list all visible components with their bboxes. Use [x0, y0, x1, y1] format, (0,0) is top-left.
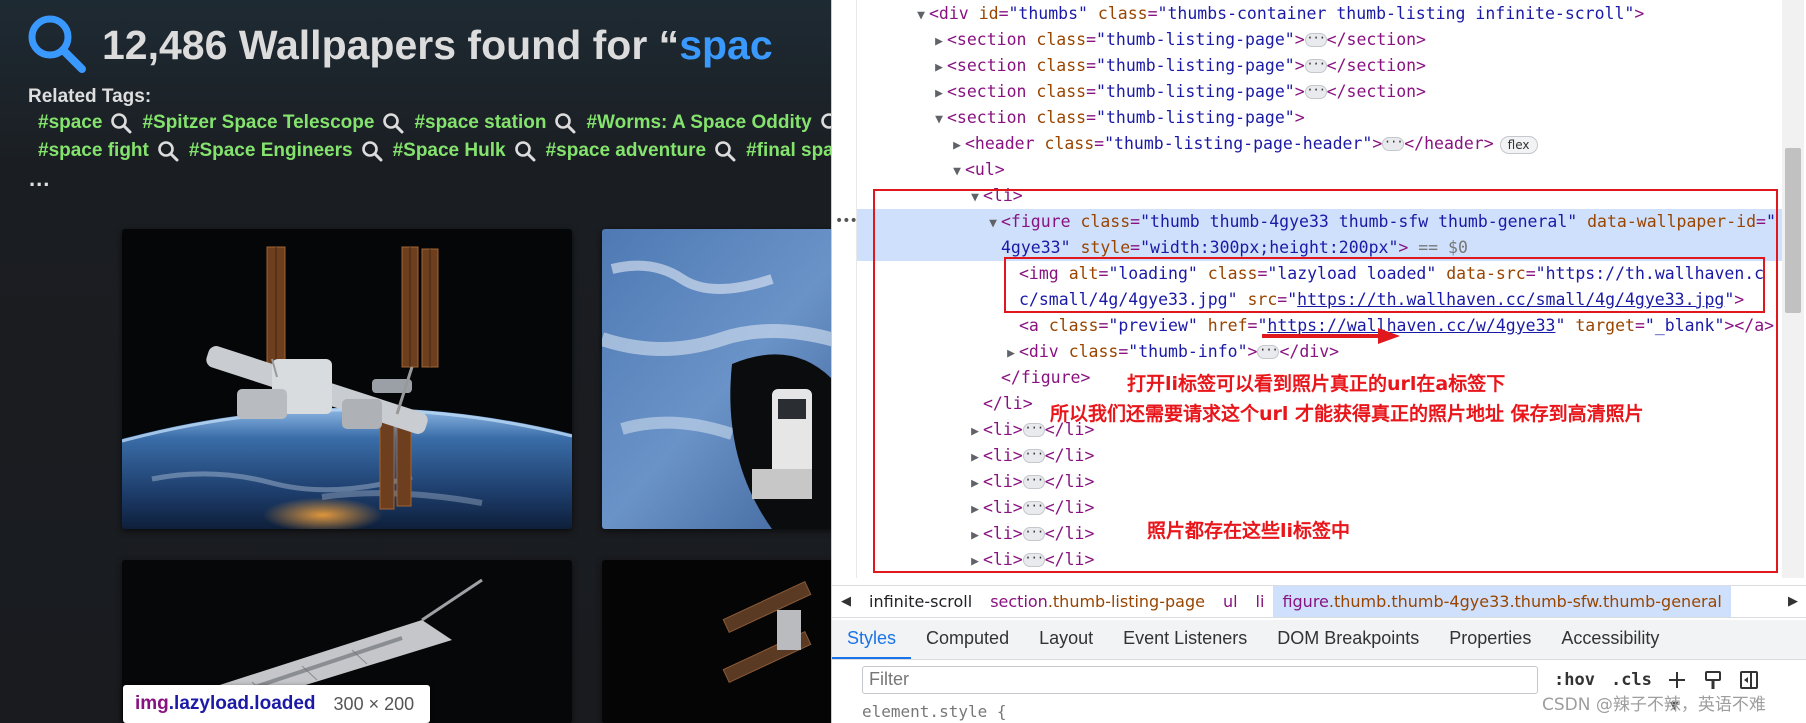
results-heading: 12,486 Wallpapers found for “spac [102, 22, 773, 69]
related-tag[interactable]: #space fight [38, 140, 149, 162]
wallpaper-results-page: 12,486 Wallpapers found for “spac Relate… [0, 0, 831, 723]
related-tag[interactable]: #Space Engineers [189, 140, 353, 162]
tab-computed[interactable]: Computed [911, 619, 1024, 659]
related-tag[interactable]: #final spa [746, 140, 831, 162]
results-prefix: Wallpapers found for “ [238, 22, 680, 68]
tooltip-element: img [135, 693, 169, 714]
results-count: 12,486 [102, 22, 228, 68]
tag-search-icon[interactable] [514, 140, 536, 162]
breadcrumb-item[interactable]: ul [1214, 586, 1247, 617]
hov-toggle-button[interactable]: :hov [1554, 670, 1595, 690]
elements-gutter [832, 0, 857, 578]
element-style-rule[interactable]: element.style { [862, 702, 1007, 721]
dom-node-section[interactable]: ▶ <section class="thumb-listing-page"> ···… [857, 79, 1782, 105]
wallpaper-thumb[interactable] [122, 229, 572, 529]
related-tags-row-2: #space fight #Space Engineers #Space Hul… [38, 140, 831, 162]
collapsed-content-icon[interactable]: ··· [1382, 136, 1405, 151]
more-actions-icon[interactable]: ••• [835, 213, 858, 229]
tab-event-listeners[interactable]: Event Listeners [1108, 619, 1262, 659]
dom-node-section[interactable]: ▶ <section class="thumb-listing-page"> ···… [857, 53, 1782, 79]
cls-toggle-button[interactable]: .cls [1611, 670, 1652, 690]
breadcrumb-item-active[interactable]: figure.thumb.thumb-4gye33.thumb-sfw.thum… [1273, 586, 1731, 617]
breadcrumb-right-icon[interactable]: ▶ [1779, 586, 1806, 617]
breadcrumb-left-icon[interactable]: ◀ [832, 586, 860, 617]
breadcrumb-item[interactable]: section.thumb-listing-page [981, 586, 1214, 617]
tag-search-icon[interactable] [361, 140, 383, 162]
tooltip-classes: .lazyload.loaded [168, 693, 316, 714]
expand-triangle-icon[interactable]: ▶ [931, 29, 947, 55]
collapse-triangle-icon[interactable]: ▼ [913, 3, 929, 29]
related-tag[interactable]: #space adventure [546, 140, 707, 162]
satellite-image [602, 560, 831, 723]
dom-node-section[interactable]: ▶ <section class="thumb-listing-page"> ···… [857, 27, 1782, 53]
tab-layout[interactable]: Layout [1024, 619, 1108, 659]
tab-accessibility[interactable]: Accessibility [1546, 619, 1674, 659]
dom-node-section-open[interactable]: ▼ <section class="thumb-listing-page"> [857, 105, 1782, 131]
tag-search-icon[interactable] [714, 140, 736, 162]
results-query: spac [679, 22, 773, 68]
img-annotation-box [1004, 257, 1765, 313]
related-tag[interactable]: #Spitzer Space Telescope [142, 112, 374, 134]
dom-node-li[interactable]: ▶<li>···</li> [857, 573, 1782, 578]
collapse-triangle-icon[interactable]: ▼ [931, 107, 947, 133]
earth-shuttle-image [602, 229, 831, 529]
annotation-a-tag-note: 打开li标签可以看到照片真正的url在a标签下 [1127, 373, 1506, 395]
collapsed-content-icon[interactable]: ··· [1304, 84, 1327, 99]
collapsed-content-icon[interactable]: ··· [1304, 32, 1327, 47]
breadcrumb-item[interactable]: li [1247, 586, 1274, 617]
tab-styles[interactable]: Styles [832, 619, 912, 659]
tag-search-icon[interactable] [820, 112, 831, 134]
tag-search-icon[interactable] [110, 112, 132, 134]
arrow-right-icon [1262, 328, 1400, 344]
related-tag[interactable]: #Space Hulk [393, 140, 506, 162]
related-tag[interactable]: #space station [414, 112, 546, 134]
plus-icon[interactable] [1666, 669, 1688, 691]
search-icon [28, 15, 86, 73]
csdn-watermark: CSDN @辣子不辣，英语不难 [1542, 695, 1766, 715]
more-tags[interactable]: ... [29, 166, 50, 192]
dom-node-div-thumbs[interactable]: ▼ <div id="thumbs" class="thumbs-containe… [857, 1, 1782, 27]
related-tag[interactable]: #space [38, 112, 102, 134]
annotation-request-note: 所以我们还需要请求这个url 才能获得真正的照片地址 保存到高清照片 [1050, 403, 1644, 425]
tab-dom-breakpoints[interactable]: DOM Breakpoints [1262, 619, 1434, 659]
devtools-panel: ••• ▼ <div id="thumbs" class="thumbs-cont… [831, 0, 1806, 723]
tag-search-icon[interactable] [157, 140, 179, 162]
paint-brush-icon[interactable] [1702, 669, 1724, 691]
collapsed-content-icon[interactable]: ··· [1304, 58, 1327, 73]
dom-breadcrumb: ◀ infinite-scroll section.thumb-listing-… [832, 585, 1806, 618]
tab-properties[interactable]: Properties [1434, 619, 1546, 659]
elements-scrollbar[interactable] [1782, 0, 1804, 578]
tag-search-icon[interactable] [554, 112, 576, 134]
related-tag[interactable]: #Worms: A Space Oddity [586, 112, 811, 134]
tooltip-size: 300 × 200 [333, 693, 415, 714]
related-tags-title: Related Tags: [28, 86, 152, 107]
tag-search-icon[interactable] [382, 112, 404, 134]
collapse-triangle-icon[interactable]: ▼ [949, 159, 965, 185]
scrollbar-thumb[interactable] [1785, 148, 1801, 313]
expand-triangle-icon[interactable]: ▶ [931, 81, 947, 107]
expand-triangle-icon[interactable]: ▶ [967, 575, 983, 578]
expand-triangle-icon[interactable]: ▶ [949, 133, 965, 159]
wallpaper-thumb[interactable] [602, 229, 831, 529]
expand-triangle-icon[interactable]: ▶ [931, 55, 947, 81]
breadcrumb-item[interactable]: infinite-scroll [860, 586, 981, 617]
flex-badge[interactable]: flex [1499, 135, 1538, 154]
annotation-li-note: 照片都存在这些li标签中 [1147, 520, 1351, 542]
sidebar-toggle-icon[interactable] [1738, 669, 1760, 691]
sidebar-tabs: Styles Computed Layout Event Listeners D… [832, 620, 1806, 660]
dom-node-header[interactable]: ▶ <header class="thumb-listing-page-heade… [857, 131, 1782, 157]
styles-filter-input[interactable] [862, 665, 1538, 694]
wallpaper-thumb[interactable] [602, 560, 831, 723]
related-tags-row-1: #space #Spitzer Space Telescope #space s… [38, 112, 831, 134]
dom-node-ul[interactable]: ▼ <ul> [857, 157, 1782, 183]
space-station-image [122, 229, 572, 529]
element-hover-tooltip: img .lazyload.loaded 300 × 200 [123, 685, 430, 723]
